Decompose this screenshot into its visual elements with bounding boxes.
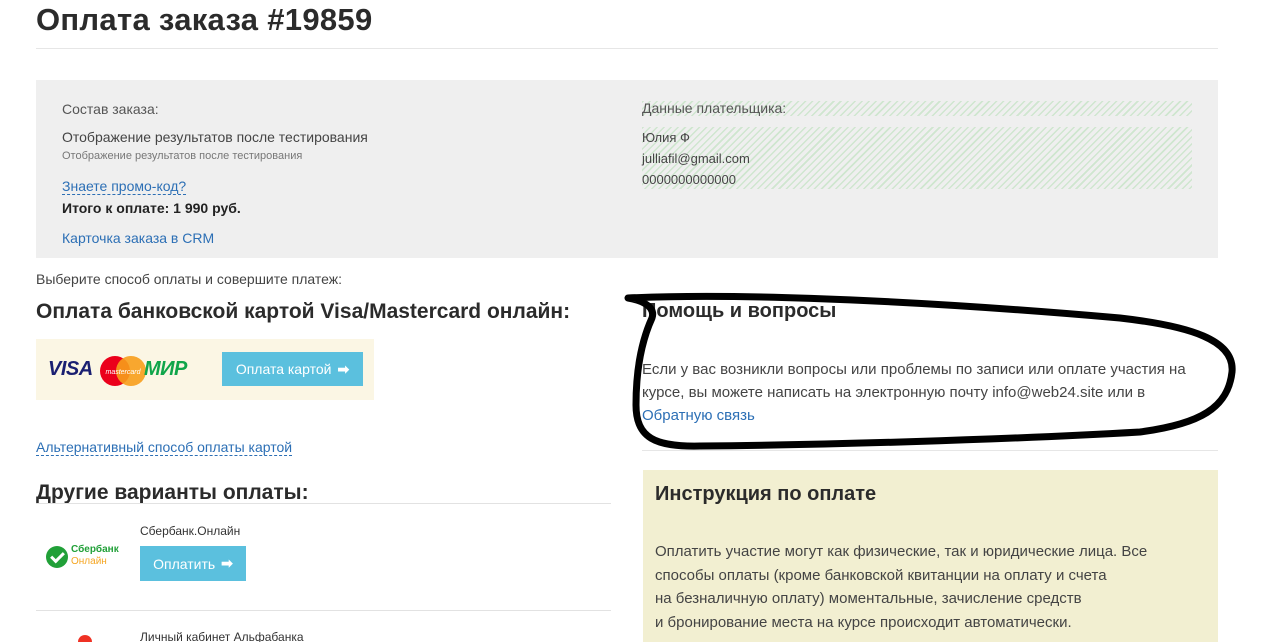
sberbank-pay-button[interactable]: Оплатить ➡ [140,546,246,581]
order-total-value: 1 990 руб. [173,200,241,216]
order-item-subtitle: Отображение результатов после тестирован… [62,150,303,162]
choose-payment-text: Выберите способ оплаты и совершите плате… [36,271,343,287]
payer-data: Юлия Ф julliafil@gmail.com 0000000000000 [642,127,1192,189]
alfabank-title: Личный кабинет Альфабанка [140,630,304,642]
mir-logo: МИР [144,358,187,380]
alfabank-logo-icon [78,635,92,642]
sberbank-logo-line2: Онлайн [71,556,107,567]
sberbank-pay-label: Оплатить [153,555,216,572]
sberbank-logo-line1: Сбербанк [71,544,119,555]
visa-logo: VISA [48,358,93,380]
order-total-label: Итого к оплате: [62,200,170,216]
mastercard-logo-text: mastercard [105,369,141,376]
crm-card-link[interactable]: Карточка заказа в CRM [62,230,214,246]
promo-code-link[interactable]: Знаете промо-код? [62,178,187,195]
instructions-heading: Инструкция по оплате [655,483,877,505]
card-payment-heading: Оплата банковской картой Visa/Mastercard… [36,300,571,323]
pay-by-card-button[interactable]: Оплата картой ➡ [222,352,363,386]
divider [642,450,1218,451]
divider [36,503,611,504]
order-item-title: Отображение результатов после тестирован… [62,129,368,145]
payer-phone: 0000000000000 [642,172,736,187]
help-text: Если у вас возникли вопросы или проблемы… [642,358,1212,427]
title-divider [36,48,1218,49]
arrow-right-icon: ➡ [337,360,350,377]
payer-name: Юлия Ф [642,130,690,145]
order-summary: Состав заказа: Отображение результатов п… [36,80,1218,258]
help-text-body: Если у вас возникли вопросы или проблемы… [642,361,1186,401]
instructions-line: на безналичную оплату) моментальные, зач… [655,590,1082,607]
divider [36,610,611,611]
payer-email: julliafil@gmail.com [642,151,750,166]
sberbank-mark-icon [46,546,68,568]
instructions-text: Оплатить участие могут как физические, т… [655,540,1200,634]
alternative-card-payment-link[interactable]: Альтернативный способ оплаты картой [36,439,293,456]
order-composition-label: Состав заказа: [62,101,159,117]
mastercard-logo: mastercard [100,356,146,386]
sberbank-title: Сбербанк.Онлайн [140,524,241,538]
sberbank-logo: Сбербанк Онлайн [46,543,126,573]
help-heading: Помощь и вопросы [642,300,837,322]
arrow-right-icon: ➡ [221,555,233,571]
instructions-line: способы оплаты (кроме банковской квитанц… [655,566,1107,584]
payer-label: Данные плательщика: [642,101,1192,116]
other-payment-heading: Другие варианты оплаты: [36,481,309,504]
card-payment-panel: VISA mastercard МИР Оплата картой ➡ [36,339,374,400]
payment-instructions: Инструкция по оплате Оплатить участие мо… [643,470,1218,642]
pay-by-card-label: Оплата картой [235,361,332,377]
instructions-line: и бронирование места на курсе происходит… [655,613,1072,631]
page-title: Оплата заказа #19859 [36,2,373,37]
order-total: Итого к оплате: 1 990 руб. [62,200,241,216]
feedback-link[interactable]: Обратную связь [642,407,755,424]
instructions-line: Оплатить участие могут как физические, т… [655,543,1148,560]
